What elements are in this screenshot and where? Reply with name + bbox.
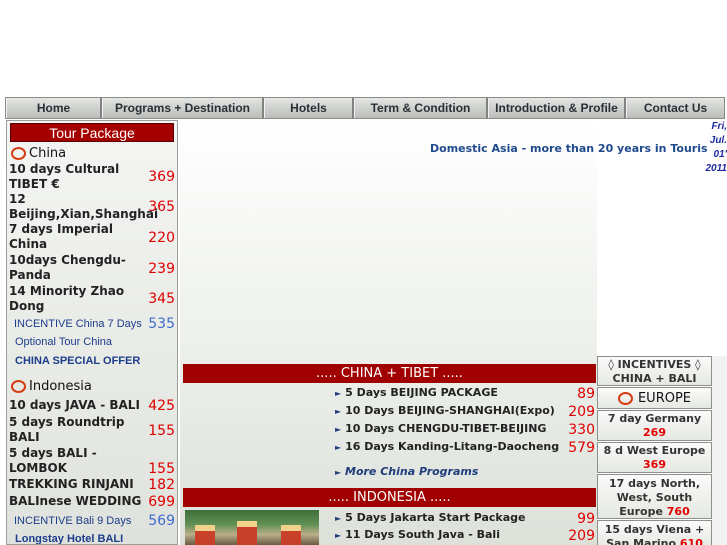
sidebar-heading: Tour Package <box>10 123 174 142</box>
list-item[interactable]: BALInese WEDDING 699 <box>7 494 177 511</box>
incentives-link[interactable]: ◊ INCENTIVES ◊ CHINA + BALI <box>597 356 712 386</box>
arrow-right-icon: ► <box>335 443 342 452</box>
list-item[interactable]: 12 Beijing,Xian,Shanghai 365 <box>7 192 177 222</box>
nav-hotels[interactable]: Hotels <box>264 98 354 118</box>
list-item[interactable]: 7 day Germany 269 <box>597 410 712 441</box>
section-china-tibet: ..... CHINA + TIBET ..... <box>183 364 596 383</box>
list-item[interactable]: 7 days Imperial China 220 <box>7 222 177 253</box>
section-indonesia: ..... INDONESIA ..... <box>183 488 596 507</box>
list-item[interactable]: 17 days North, West, South Europe 760 <box>597 474 712 519</box>
category-label: China <box>29 145 67 161</box>
list-item[interactable]: 5 days BALI - LOMBOK 155 <box>7 446 177 477</box>
program-item[interactable]: ► 10 Days BEIJING-SHANGHAI(Expo) 209 <box>335 404 595 420</box>
main-navigation: Home Programs + Destination Hotels Term … <box>5 97 725 119</box>
longstay-hotel-link[interactable]: Longstay Hotel BALI <box>7 530 177 544</box>
ring-icon <box>11 379 26 393</box>
right-column: ◊ INCENTIVES ◊ CHINA + BALI EUROPE 7 day… <box>597 356 712 545</box>
nav-terms[interactable]: Term & Condition <box>354 98 488 118</box>
category-label: Indonesia <box>29 378 92 394</box>
list-item[interactable]: 14 Minority Zhao Dong 345 <box>7 284 177 314</box>
special-offer-link[interactable]: CHINA SPECIAL OFFER <box>7 352 177 371</box>
program-item[interactable]: ► 5 Days Jakarta Start Package 99 <box>335 511 595 527</box>
list-item[interactable]: 10 days Cultural TIBET € 369 <box>7 162 177 192</box>
temple-photo <box>185 510 319 545</box>
arrow-right-icon: ► <box>335 407 342 416</box>
list-item[interactable]: 8 d West Europe 369 <box>597 442 712 473</box>
program-item[interactable]: ► 16 Days Kanding-Litang-Daocheng 579 <box>335 440 595 456</box>
ring-icon <box>11 146 26 160</box>
list-item[interactable]: 5 days Roundtrip BALI 155 <box>7 415 177 446</box>
arrow-right-icon: ► <box>335 425 342 434</box>
nav-contact[interactable]: Contact Us <box>626 98 724 118</box>
right-gutter <box>712 356 727 545</box>
tour-package-sidebar: Tour Package China 10 days Cultural TIBE… <box>6 120 178 545</box>
nav-home[interactable]: Home <box>6 98 102 118</box>
optional-tour-link[interactable]: Optional Tour China <box>7 333 177 352</box>
ring-icon <box>617 391 633 405</box>
program-item[interactable]: ► 11 Days South Java - Bali 209 <box>335 528 595 544</box>
arrow-right-icon: ► <box>335 531 342 540</box>
arrow-right-icon: ► <box>335 389 342 398</box>
header-banner <box>0 0 727 97</box>
date-display: Fri, Jul. 01' 2011 <box>705 121 727 174</box>
europe-heading: EUROPE <box>597 387 712 409</box>
arrow-right-icon: ► <box>335 468 342 477</box>
list-item[interactable]: 10 days JAVA - BALI 425 <box>7 398 177 415</box>
list-item[interactable]: 15 days Viena + San Marino 610 <box>597 520 712 545</box>
program-item[interactable]: ► 10 Days CHENGDU-TIBET-BEIJING 330 <box>335 422 595 438</box>
category-indonesia: Indonesia <box>7 377 177 395</box>
category-china: China <box>7 144 177 162</box>
list-item[interactable]: 10days Chengdu-Panda 239 <box>7 253 177 284</box>
nav-programs[interactable]: Programs + Destination <box>102 98 264 118</box>
incentive-bali-link[interactable]: INCENTIVE Bali 9 Days 569 <box>7 511 177 530</box>
arrow-right-icon: ► <box>335 514 342 523</box>
more-china-link[interactable]: ► More China Programs <box>335 465 478 478</box>
nav-introduction[interactable]: Introduction & Profile <box>488 98 626 118</box>
list-item[interactable]: TREKKING RINJANI 182 <box>7 477 177 494</box>
main-content: Domestic Asia - more than 20 years in To… <box>180 120 708 545</box>
incentive-china-link[interactable]: INCENTIVE China 7 Days 535 <box>7 314 177 333</box>
program-item[interactable]: ► 5 Days BEIJING PACKAGE 89 <box>335 386 595 402</box>
tagline-marquee: Domestic Asia - more than 20 years in To… <box>430 142 708 155</box>
